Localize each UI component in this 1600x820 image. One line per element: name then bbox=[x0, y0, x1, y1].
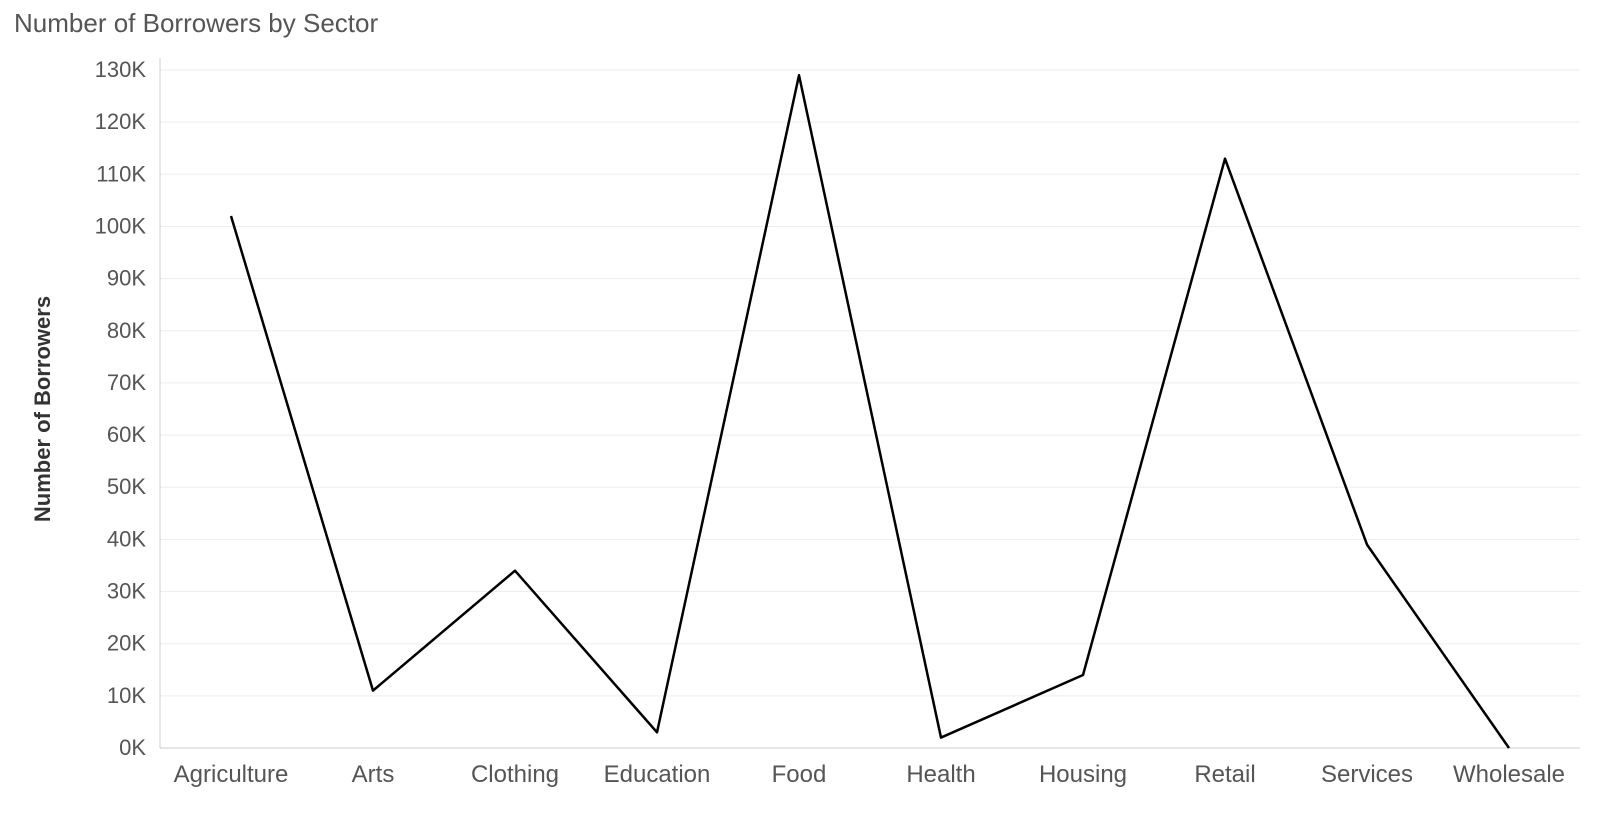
y-tick-label: 110K bbox=[96, 161, 146, 186]
y-tick-label: 20K bbox=[107, 631, 146, 656]
y-tick-label: 70K bbox=[107, 370, 146, 395]
y-axis-title: Number of Borrowers bbox=[30, 296, 55, 522]
y-tick-label: 10K bbox=[107, 683, 146, 708]
y-tick-label: 130K bbox=[95, 57, 147, 82]
y-tick-label: 30K bbox=[107, 579, 146, 604]
x-tick-label: Education bbox=[604, 761, 711, 788]
data-series-line bbox=[231, 75, 1509, 748]
y-tick-label: 50K bbox=[107, 474, 146, 499]
x-tick-label: Services bbox=[1321, 761, 1413, 788]
y-tick-label: 90K bbox=[107, 266, 146, 291]
x-tick-label: Food bbox=[772, 761, 827, 788]
x-tick-label: Arts bbox=[352, 761, 395, 788]
x-tick-label: Wholesale bbox=[1453, 761, 1565, 788]
y-tick-label: 120K bbox=[95, 109, 147, 134]
y-tick-label: 60K bbox=[107, 422, 146, 447]
y-tick-label: 40K bbox=[107, 526, 146, 551]
y-tick-label: 100K bbox=[95, 213, 147, 238]
x-tick-label: Clothing bbox=[471, 761, 559, 788]
y-tick-label: 0K bbox=[119, 735, 146, 760]
line-chart: 0K 10K 20K 30K 40K 50K 60K 70K 80K 90K 100K 110K 120… bbox=[0, 0, 1600, 820]
x-tick-label: Agriculture bbox=[174, 761, 289, 788]
x-tick-label: Housing bbox=[1039, 761, 1127, 788]
x-tick-label: Retail bbox=[1194, 761, 1255, 788]
y-tick-label: 80K bbox=[107, 318, 146, 343]
x-tick-label: Health bbox=[906, 761, 975, 788]
